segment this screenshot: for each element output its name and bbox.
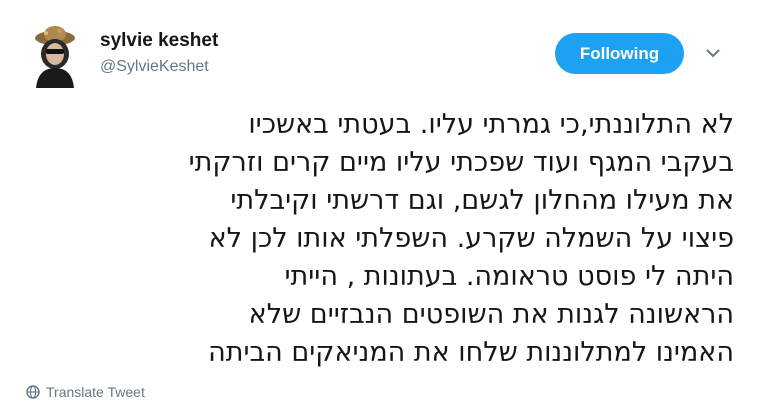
globe-icon: [26, 385, 40, 399]
following-button[interactable]: Following: [555, 33, 684, 74]
tweet-line: בעקבי המגף ועוד שפכתי עליו מיים קרים וזר…: [188, 147, 734, 178]
author-handle[interactable]: @SylvieKeshet: [100, 58, 209, 76]
tweet-line: היתה לי פוסט טראומה. בעתונות , הייתי: [284, 261, 734, 292]
tweet-line: פיצוי על השמלה שקרע. השפלתי אותו לכן לא: [208, 223, 734, 254]
tweet-line: האמינו למתלוננות שלחו את המניאקים הביתה: [208, 337, 734, 368]
translate-tweet-link[interactable]: Translate Tweet: [26, 384, 145, 400]
tweet-text: לא התלוננתי,כי גמרתי עליו. בעטתי באשכיו …: [16, 106, 734, 372]
translate-tweet-label[interactable]: Translate Tweet: [46, 384, 145, 400]
avatar[interactable]: [30, 24, 80, 88]
author-name[interactable]: sylvie keshet: [100, 30, 218, 52]
tweet-line: לא התלוננתי,כי גמרתי עליו. בעטתי באשכיו: [248, 109, 734, 140]
chevron-down-icon[interactable]: [705, 46, 721, 58]
tweet-line: הראשונה לגנות את השופטים הנבזיים שלא: [248, 299, 734, 330]
tweet-line: את מעילו מהחלון לגשם, וגם דרשתי וקיבלתי: [230, 185, 734, 216]
